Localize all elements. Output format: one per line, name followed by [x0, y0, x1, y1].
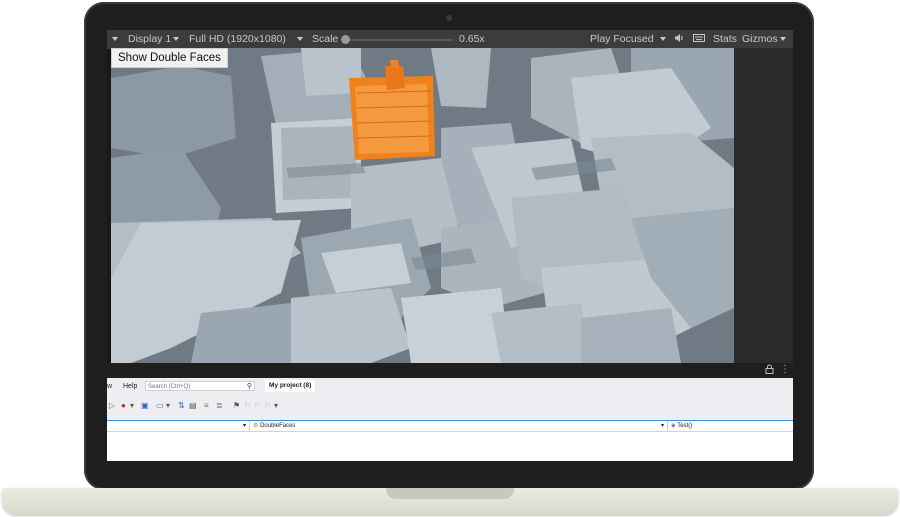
laptop-notch [386, 488, 514, 499]
play-focused-dropdown[interactable]: Play Focused [590, 33, 654, 45]
method-name: Test() [677, 423, 693, 429]
stats-button[interactable]: Stats [713, 33, 737, 45]
search-placeholder: Search (Ctrl+Q) [148, 384, 191, 390]
game-view-toolbar: Display 1 Full HD (1920x1080) Scale 0.65… [107, 30, 793, 49]
uncomment-icon[interactable]: ≣ [216, 401, 223, 410]
caret-down-icon[interactable]: ▾ [274, 401, 278, 410]
caret-down-icon[interactable] [660, 33, 666, 45]
caret-down-icon[interactable] [112, 33, 118, 45]
caret-down-icon[interactable]: ▾ [130, 401, 134, 410]
project-dropdown[interactable]: ▾ [107, 421, 250, 431]
search-icon: ⚲ [246, 383, 252, 390]
menu-item-window[interactable]: w [107, 383, 112, 390]
menu-item-help[interactable]: Help [123, 383, 137, 390]
gizmos-dropdown[interactable]: Gizmos [742, 33, 778, 45]
next-bookmark-icon[interactable]: ⚐ [254, 401, 261, 410]
menu-bar: w Help Search (Ctrl+Q) ⚲ My project (8) [107, 378, 793, 395]
method-dropdown[interactable]: ◈ Test() [668, 421, 793, 431]
comment-icon[interactable]: ≡ [204, 401, 209, 410]
caret-down-icon: ▾ [242, 423, 246, 429]
debug-icon[interactable]: ● [121, 401, 126, 410]
toolbar: ▷ ● ▾ ▣ ▭ ▾ ⇅ ▤ ≡ ≣ ⚑ ⚐ ⚐ ⚐ ▾ [107, 395, 793, 417]
city-scene [111, 48, 734, 363]
play-icon[interactable]: ▷ [109, 401, 115, 410]
window-icon[interactable]: ▭ [156, 401, 164, 410]
game-viewport[interactable]: Show Double Faces [111, 48, 734, 363]
search-input[interactable]: Search (Ctrl+Q) ⚲ [145, 381, 255, 391]
indent-icon[interactable]: ▤ [189, 401, 197, 410]
bookmark-icon[interactable]: ⚑ [233, 401, 240, 410]
laptop-screen: Display 1 Full HD (1920x1080) Scale 0.65… [107, 30, 793, 461]
clear-bookmark-icon[interactable]: ⚐ [264, 401, 271, 410]
caret-down-icon[interactable] [297, 33, 303, 45]
resolution-dropdown[interactable]: Full HD (1920x1080) [189, 33, 286, 45]
class-name: DoubleFaces [260, 423, 296, 429]
scale-slider[interactable] [345, 39, 453, 41]
scale-label: Scale [312, 33, 339, 45]
show-double-faces-button[interactable]: Show Double Faces [111, 48, 228, 68]
attach-icon[interactable]: ▣ [141, 401, 149, 410]
project-tab[interactable]: My project (8) [265, 380, 316, 392]
display-dropdown[interactable]: Display 1 [128, 33, 171, 45]
scale-value: 0.65x [459, 33, 485, 45]
more-vert-icon[interactable]: ⋮ [780, 364, 790, 375]
visual-studio-window: w Help Search (Ctrl+Q) ⚲ My project (8) … [107, 378, 793, 461]
caret-down-icon[interactable]: ▾ [166, 401, 170, 410]
prev-bookmark-icon[interactable]: ⚐ [244, 401, 251, 410]
method-icon: ◈ [671, 423, 676, 429]
navigation-bar: ▾ ⚙ DoubleFaces ▾ ◈ Test() [107, 421, 793, 432]
speaker-icon[interactable] [674, 33, 684, 46]
class-dropdown[interactable]: ⚙ DoubleFaces ▾ [250, 421, 668, 431]
sort-icon[interactable]: ⇅ [178, 401, 185, 410]
lock-icon[interactable] [765, 364, 774, 377]
status-strip: ⋮ [107, 363, 793, 378]
webcam-icon [446, 15, 452, 21]
inspector-panel [734, 48, 793, 363]
caret-down-icon: ▾ [660, 423, 664, 429]
scale-slider-handle[interactable] [341, 35, 350, 44]
caret-down-icon[interactable] [173, 33, 179, 45]
code-editor[interactable] [107, 432, 793, 461]
class-icon: ⚙ [253, 423, 259, 429]
keyboard-icon[interactable] [693, 33, 705, 46]
caret-down-icon[interactable] [780, 33, 786, 45]
